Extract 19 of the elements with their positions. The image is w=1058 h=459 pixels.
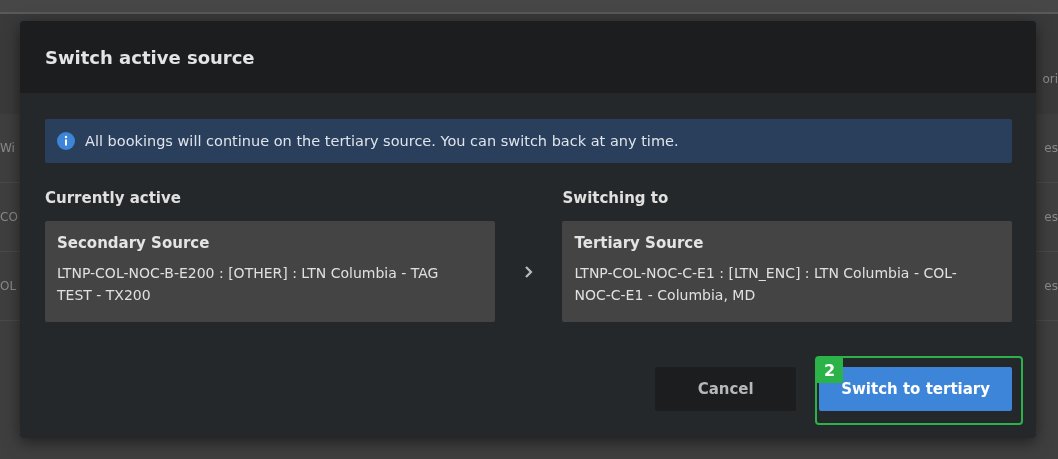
info-text: All bookings will continue on the tertiary source. You can switch back at any time. <box>85 133 679 149</box>
source-name: Tertiary Source <box>574 234 705 252</box>
source-detail: LTNP-COL-NOC-B-E200 : [OTHER] : LTN Columbia - TAG TEST - TX200 <box>57 264 440 305</box>
chevron-right-icon <box>524 264 533 279</box>
dialog-title: Switch active source <box>45 46 255 68</box>
cancel-button[interactable]: Cancel <box>655 367 797 411</box>
step-badge: 2 <box>816 357 843 383</box>
section-label: Switching to <box>562 189 670 207</box>
source-name: Secondary Source <box>57 234 211 252</box>
table-cell: OL <box>0 279 17 293</box>
table-cell: es <box>1044 279 1058 293</box>
source-detail: LTNP-COL-NOC-C-E1 : [LTN_ENC] : LTN Columbia - COL-NOC-C-E1 - Columbia, MD <box>574 264 958 305</box>
table-cell: Wi <box>0 141 15 155</box>
column-heading: ori <box>1042 72 1058 86</box>
table-cell: es <box>1044 141 1058 155</box>
info-icon <box>57 132 75 150</box>
table-cell: CO <box>0 210 18 224</box>
section-label: Currently active <box>45 189 182 207</box>
table-cell: es <box>1044 210 1058 224</box>
